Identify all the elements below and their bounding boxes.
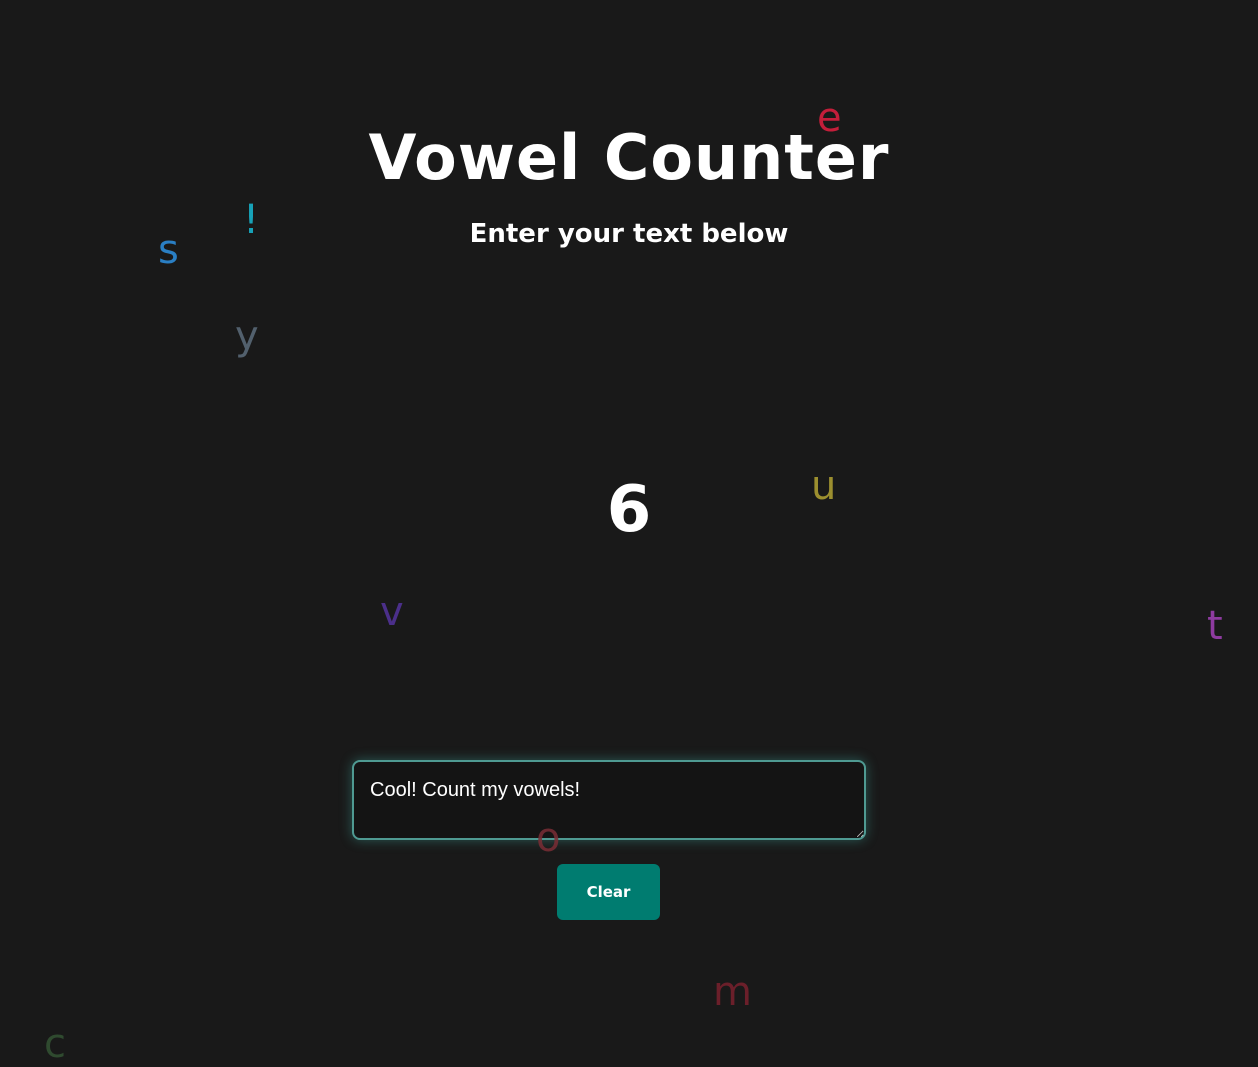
floating-letter-m: m: [713, 969, 752, 1015]
floating-letter-t: t: [1207, 603, 1223, 649]
floating-letter-c: c: [44, 1021, 66, 1067]
page-subtitle: Enter your text below: [469, 219, 789, 249]
page-title: Vowel Counter: [368, 121, 890, 194]
floating-letter-v: v: [380, 589, 404, 635]
vowel-count: 6: [606, 473, 652, 547]
floating-letter-o: o: [536, 815, 561, 861]
floating-letter-y: y: [235, 313, 259, 359]
text-input[interactable]: Cool! Count my vowels!: [352, 760, 866, 840]
clear-button[interactable]: Clear: [557, 864, 660, 920]
